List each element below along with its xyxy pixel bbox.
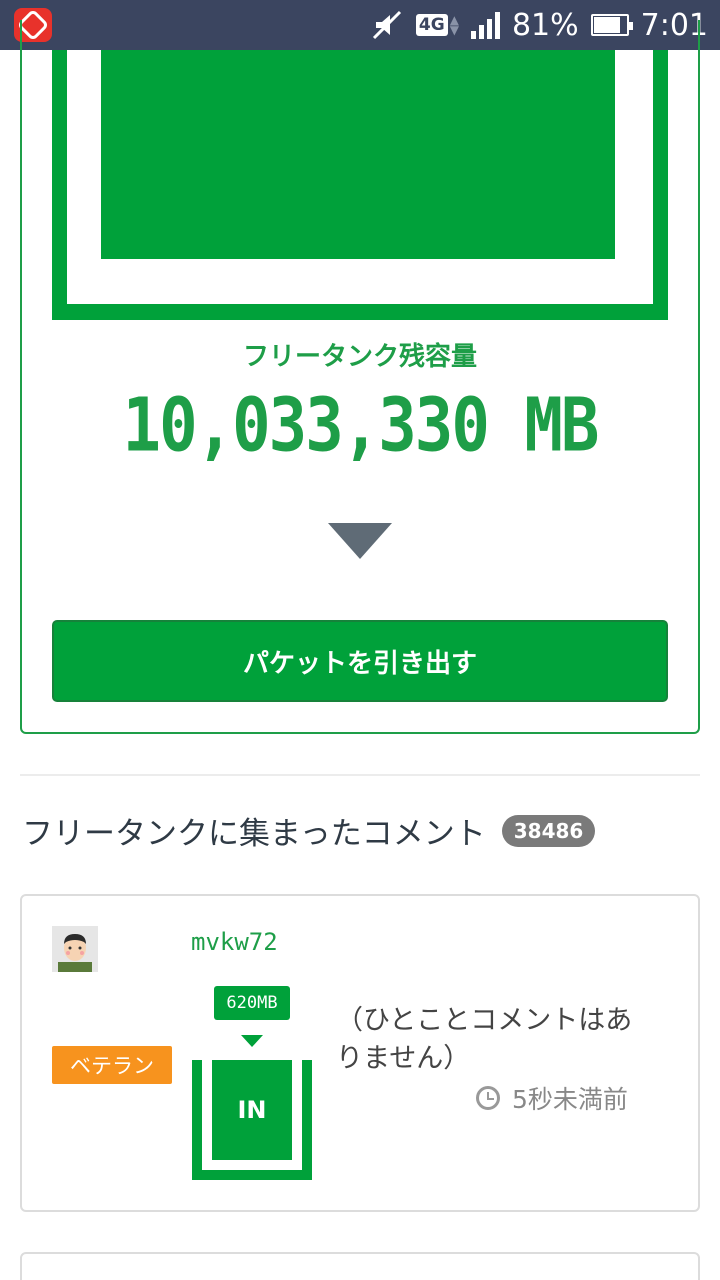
avatar[interactable]: [52, 926, 98, 972]
clock-icon: [476, 1086, 500, 1110]
comments-heading-text: フリータンクに集まったコメント: [22, 816, 486, 852]
timestamp-text: 5秒未満前: [512, 1085, 628, 1114]
comment-username[interactable]: mvkw72: [191, 928, 278, 956]
divider: [20, 774, 700, 776]
direction-label: IN: [212, 1060, 292, 1160]
comment-count-badge: 38486: [501, 814, 596, 847]
tank-remaining-label: フリータンク残容量: [242, 342, 477, 372]
comment-text: （ひとことコメントはありません）: [336, 1005, 633, 1074]
user-rank-badge: ベテラン: [52, 1046, 172, 1084]
tank-fill-level: [101, 50, 615, 259]
next-comment-card[interactable]: [20, 1252, 700, 1280]
withdraw-packet-button[interactable]: パケットを引き出す: [52, 620, 668, 702]
tank-remaining-value: 10,033,330 MB: [122, 384, 600, 470]
amount-arrow-icon: [241, 1035, 263, 1047]
packet-amount-badge: 620MB: [214, 986, 290, 1020]
comment-timestamp: 5秒未満前: [476, 1080, 628, 1116]
comments-heading: フリータンクに集まったコメント 38486: [22, 808, 596, 853]
triangle-down-icon: [328, 523, 392, 559]
